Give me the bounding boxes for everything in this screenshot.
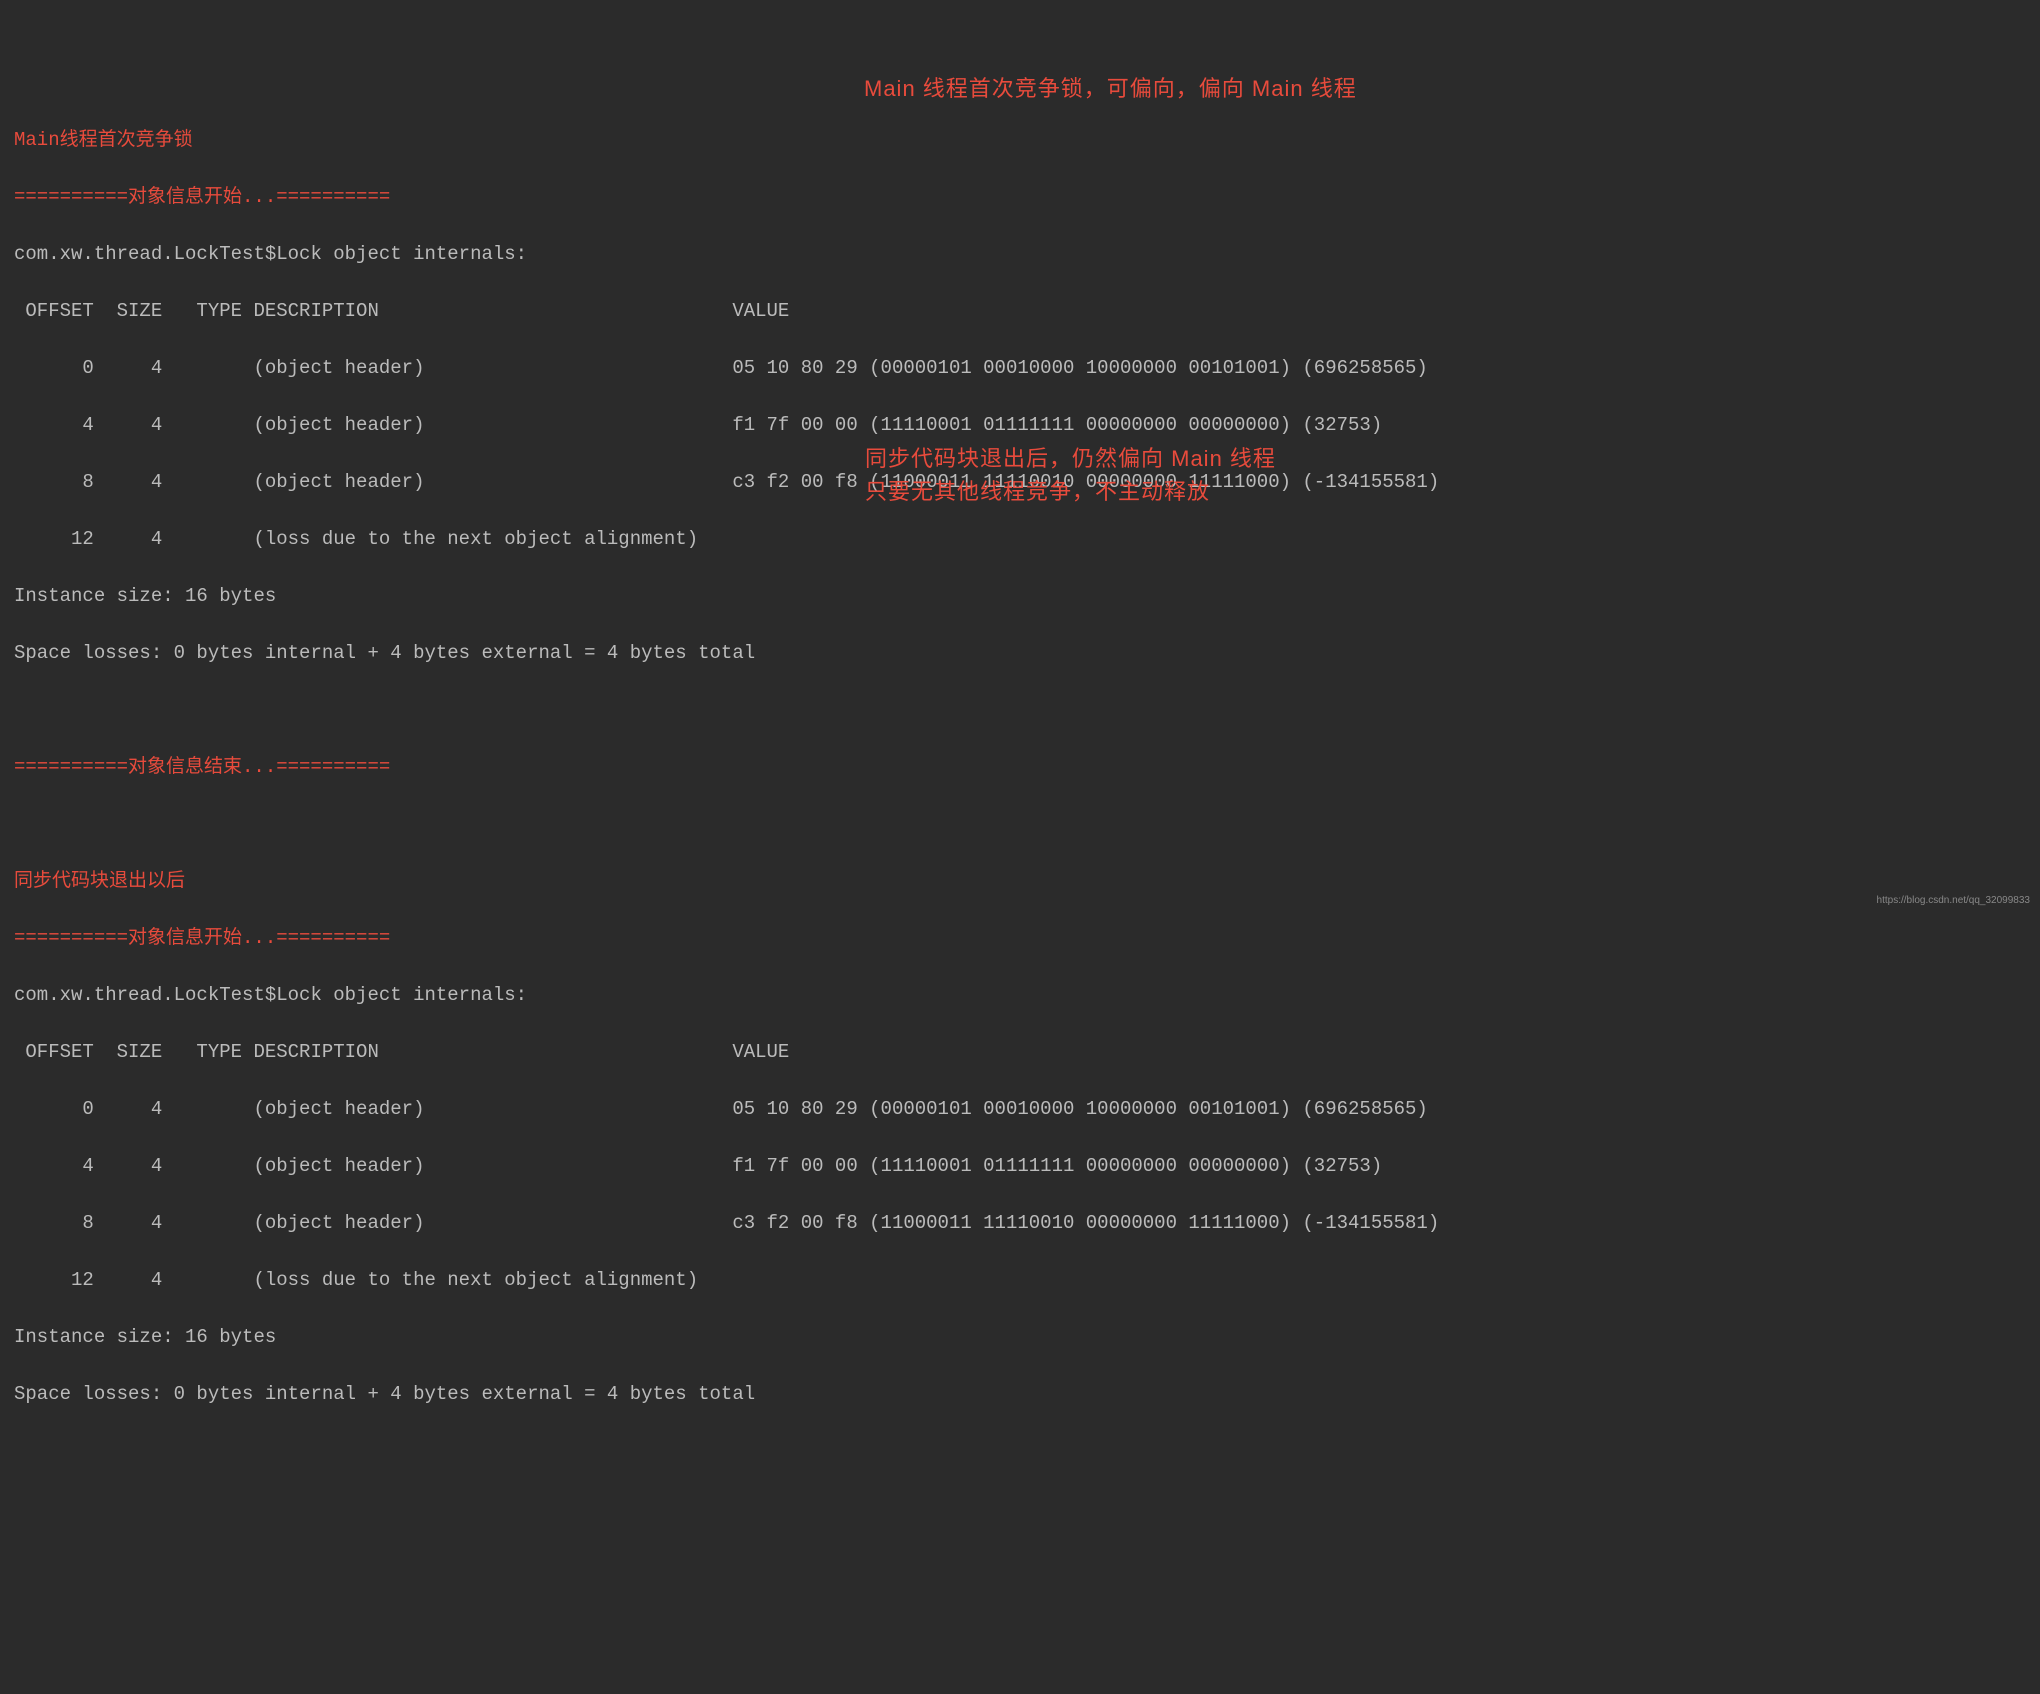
section2-row-3: 12 4 (loss due to the next object alignm… bbox=[14, 1266, 2026, 1295]
section2-row-2: 8 4 (object header) c3 f2 00 f8 (1100001… bbox=[14, 1209, 2026, 1238]
watermark: https://blog.csdn.net/qq_32099833 bbox=[1877, 893, 2030, 908]
section1-space-losses: Space losses: 0 bytes internal + 4 bytes… bbox=[14, 639, 2026, 668]
annotation-2-line1: 同步代码块退出后，仍然偏向 Main 线程 bbox=[865, 446, 1276, 471]
section2-instance-size: Instance size: 16 bytes bbox=[14, 1323, 2026, 1352]
section2-row-1: 4 4 (object header) f1 7f 00 00 (1111000… bbox=[14, 1152, 2026, 1181]
section1-delimiter-end: ==========对象信息结束...========== bbox=[14, 753, 2026, 782]
section2-space-losses: Space losses: 0 bytes internal + 4 bytes… bbox=[14, 1380, 2026, 1409]
section1-delimiter-start: ==========对象信息开始...========== bbox=[14, 183, 2026, 212]
section2-delimiter-start: ==========对象信息开始...========== bbox=[14, 924, 2026, 953]
section1-class-line: com.xw.thread.LockTest$Lock object inter… bbox=[14, 240, 2026, 269]
section1-row-0: 0 4 (object header) 05 10 80 29 (0000010… bbox=[14, 354, 2026, 383]
section1-header: OFFSET SIZE TYPE DESCRIPTION VALUE bbox=[14, 297, 2026, 326]
annotation-1: Main 线程首次竞争锁，可偏向，偏向 Main 线程 bbox=[864, 72, 1357, 105]
blank-line-1 bbox=[14, 696, 2026, 725]
section1-instance-size: Instance size: 16 bytes bbox=[14, 582, 2026, 611]
annotation-2: 同步代码块退出后，仍然偏向 Main 线程只要无其他线程竞争，不主动释放 bbox=[865, 442, 1276, 508]
annotation-2-line2: 只要无其他线程竞争，不主动释放 bbox=[865, 479, 1210, 504]
section2-row-0: 0 4 (object header) 05 10 80 29 (0000010… bbox=[14, 1095, 2026, 1124]
blank-line-2 bbox=[14, 810, 2026, 839]
section1-row-3: 12 4 (loss due to the next object alignm… bbox=[14, 525, 2026, 554]
section2-header: OFFSET SIZE TYPE DESCRIPTION VALUE bbox=[14, 1038, 2026, 1067]
section2-title: 同步代码块退出以后 bbox=[14, 867, 2026, 896]
section2-class-line: com.xw.thread.LockTest$Lock object inter… bbox=[14, 981, 2026, 1010]
section1-title: Main线程首次竞争锁 bbox=[14, 126, 2026, 155]
section1-row-1: 4 4 (object header) f1 7f 00 00 (1111000… bbox=[14, 411, 2026, 440]
